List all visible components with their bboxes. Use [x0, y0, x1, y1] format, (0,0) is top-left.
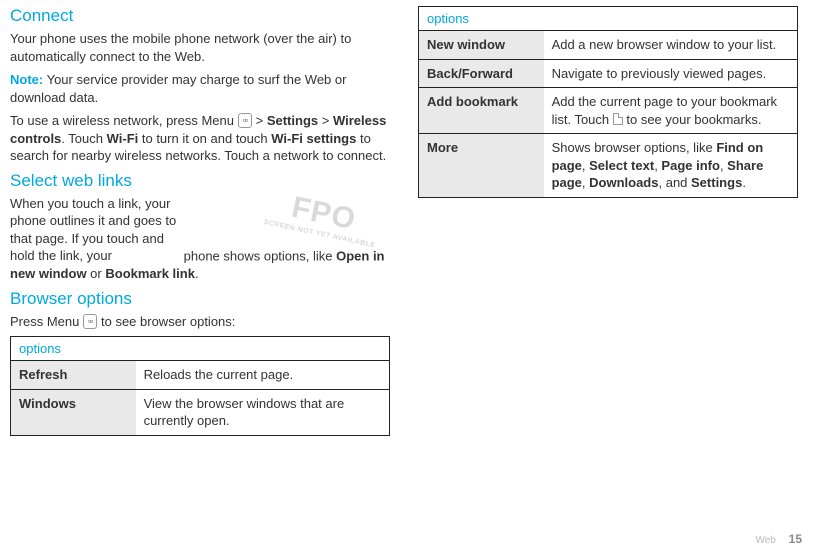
- browser-intro: Press Menu ▫▫ to see browser options:: [10, 313, 390, 331]
- wireless-paragraph: To use a wireless network, press Menu ▫▫…: [10, 112, 390, 165]
- row-key-windows: Windows: [11, 389, 136, 435]
- bookmark-icon: [613, 113, 623, 125]
- select-text-a: When you touch a link, your phone outlin…: [10, 195, 180, 265]
- settings-bold: Settings: [267, 113, 318, 128]
- footer-page-number: 15: [789, 532, 802, 546]
- table-row: New window Add a new browser window to y…: [419, 31, 798, 60]
- row-key-refresh: Refresh: [11, 361, 136, 390]
- row-val-new-window: Add a new browser window to your list.: [544, 31, 798, 60]
- heading-connect: Connect: [10, 6, 390, 26]
- table-row: Add bookmark Add the current page to you…: [419, 88, 798, 134]
- select-text-b: phone shows options, like: [184, 248, 336, 263]
- or-txt: or: [87, 266, 106, 281]
- table-header: options: [11, 337, 390, 361]
- note-label: Note:: [10, 72, 43, 87]
- row-key-more: More: [419, 134, 544, 198]
- right-column: options New window Add a new browser win…: [418, 6, 798, 556]
- options-table-right: options New window Add a new browser win…: [418, 6, 798, 198]
- note-text: Your service provider may charge to surf…: [10, 72, 346, 105]
- table-row: Windows View the browser windows that ar…: [11, 389, 390, 435]
- select-text-bold: Select text: [589, 158, 654, 173]
- browser-intro-b: to see browser options:: [97, 314, 235, 329]
- menu-key-icon: ▫▫: [238, 113, 252, 128]
- row-key-add-bookmark: Add bookmark: [419, 88, 544, 134]
- page-footer: Web 15: [755, 532, 802, 546]
- menu-key-icon: ▫▫: [83, 314, 97, 329]
- and-txt: , and: [658, 175, 691, 190]
- wireless-pre: To use a wireless network, press Menu: [10, 113, 238, 128]
- left-column: Connect Your phone uses the mobile phone…: [10, 6, 390, 556]
- footer-section: Web: [755, 535, 775, 546]
- table-header-row: options: [11, 337, 390, 361]
- gt1: >: [252, 113, 267, 128]
- select-web-links-block: FPO SCREEN NOT YET AVAILABLE When you to…: [10, 195, 390, 289]
- touch-txt: . Touch: [61, 131, 106, 146]
- table-row: Back/Forward Navigate to previously view…: [419, 59, 798, 88]
- row-key-new-window: New window: [419, 31, 544, 60]
- heading-select-web-links: Select web links: [10, 171, 390, 191]
- browser-intro-a: Press Menu: [10, 314, 83, 329]
- page-info-bold: Page info: [661, 158, 720, 173]
- table-header: options: [419, 7, 798, 31]
- gt2: >: [318, 113, 333, 128]
- bookmark-link-bold: Bookmark link: [105, 266, 195, 281]
- row-val-back-forward: Navigate to previously viewed pages.: [544, 59, 798, 88]
- table-header-row: options: [419, 7, 798, 31]
- options-table-left: options Refresh Reloads the current page…: [10, 336, 390, 436]
- wifi-bold: Wi-Fi: [107, 131, 139, 146]
- row-val-more: Shows browser options, like Find on page…: [544, 134, 798, 198]
- heading-browser-options: Browser options: [10, 289, 390, 309]
- row-val-refresh: Reloads the current page.: [136, 361, 390, 390]
- downloads-bold: Downloads: [589, 175, 658, 190]
- period2: .: [742, 175, 746, 190]
- turnon-txt: to turn it on and touch: [138, 131, 271, 146]
- wifi-settings-bold: Wi-Fi settings: [271, 131, 356, 146]
- note-paragraph: Note: Your service provider may charge t…: [10, 71, 390, 106]
- table-row: More Shows browser options, like Find on…: [419, 134, 798, 198]
- period1: .: [195, 266, 199, 281]
- more-text-a: Shows browser options, like: [552, 140, 717, 155]
- row-val-windows: View the browser windows that are curren…: [136, 389, 390, 435]
- table-row: Refresh Reloads the current page.: [11, 361, 390, 390]
- connect-paragraph: Your phone uses the mobile phone network…: [10, 30, 390, 65]
- settings-bold2: Settings: [691, 175, 742, 190]
- row-key-back-forward: Back/Forward: [419, 59, 544, 88]
- row-val-add-bookmark: Add the current page to your bookmark li…: [544, 88, 798, 134]
- bookmark-text-b: to see your bookmarks.: [623, 112, 762, 127]
